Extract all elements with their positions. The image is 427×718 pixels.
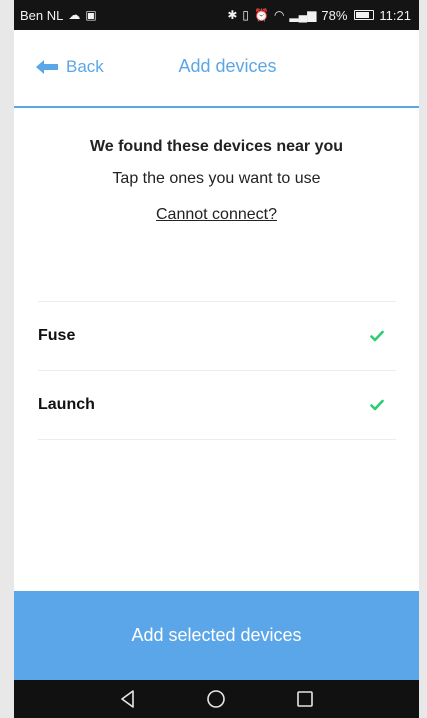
- notification-icon: ▣: [85, 8, 97, 22]
- device-list: Fuse Launch: [38, 301, 396, 440]
- clock: 11:21: [379, 7, 411, 23]
- intro-subtitle: Tap the ones you want to use: [112, 170, 321, 187]
- android-navigation-bar: [14, 680, 419, 718]
- intro-section: We found these devices near you Tap the …: [14, 138, 419, 224]
- device-frame: Ben NL ☁ ▣ ✱ ▯ ⏰ ◠ ▂▄▆ 78% 11:21 Back Ad…: [0, 0, 427, 718]
- cannot-connect-link[interactable]: Cannot connect?: [156, 206, 277, 224]
- page-title: Add devices: [178, 56, 277, 76]
- device-name: Fuse: [38, 327, 76, 344]
- add-selected-devices-button[interactable]: Add selected devices: [14, 591, 419, 680]
- status-right: ✱ ▯ ⏰ ◠ ▂▄▆ 78% 11:21: [227, 8, 411, 23]
- status-left: Ben NL ☁ ▣: [20, 8, 97, 23]
- intro-heading: We found these devices near you: [89, 138, 344, 155]
- signal-icon: ▂▄▆: [289, 8, 317, 22]
- navigation-bar: Back Add devices: [14, 30, 419, 108]
- triangle-back-icon[interactable]: [118, 689, 138, 709]
- square-recents-icon[interactable]: [295, 689, 315, 709]
- wifi-icon: ◠: [273, 8, 285, 22]
- app-screen: Back Add devices We found these devices …: [14, 30, 419, 680]
- device-row-launch[interactable]: Launch: [38, 371, 396, 440]
- check-icon: [370, 330, 384, 342]
- device-name: Launch: [38, 396, 95, 413]
- check-icon: [370, 399, 384, 411]
- circle-home-icon[interactable]: [206, 689, 226, 709]
- vibrate-icon: ▯: [242, 8, 249, 22]
- bluetooth-icon: ✱: [227, 8, 238, 22]
- carrier-name: Ben NL: [20, 7, 64, 23]
- alarm-icon: ⏰: [253, 8, 269, 22]
- battery-percent: 78%: [321, 7, 348, 23]
- cloud-icon: ☁: [68, 8, 81, 22]
- device-row-fuse[interactable]: Fuse: [38, 302, 396, 371]
- status-bar: Ben NL ☁ ▣ ✱ ▯ ⏰ ◠ ▂▄▆ 78% 11:21: [14, 0, 419, 30]
- battery-icon: [354, 10, 375, 20]
